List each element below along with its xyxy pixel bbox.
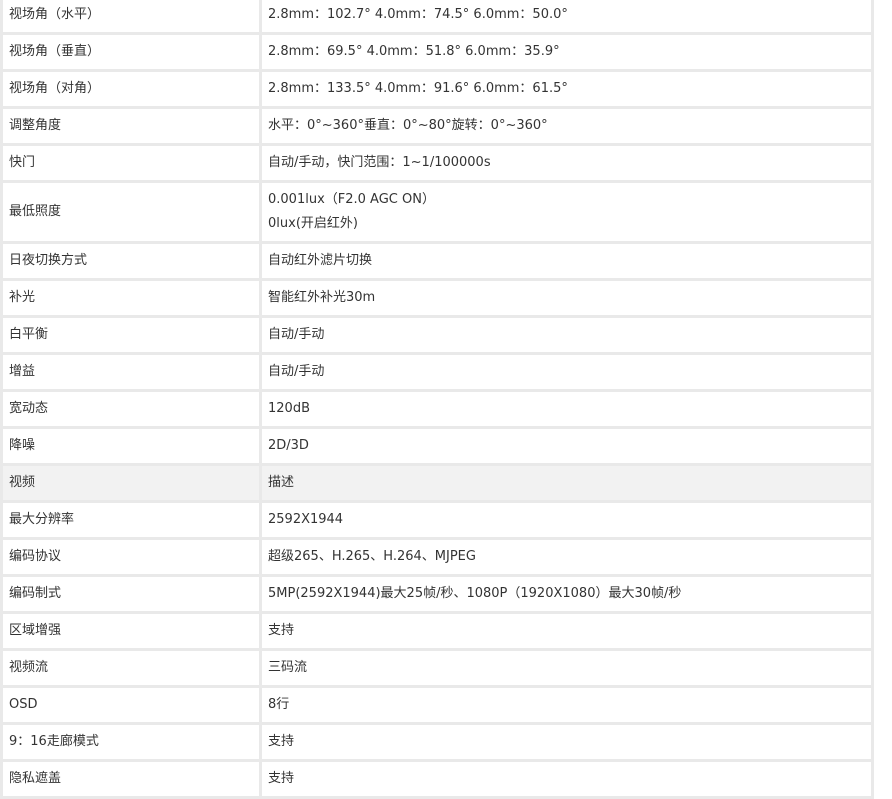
spec-row-codec: 编码协议 超级265、H.265、H.264、MJPEG xyxy=(3,540,871,574)
spec-row-day-night: 日夜切换方式 自动红外滤片切换 xyxy=(3,244,871,278)
spec-value: 自动/手动，快门范围：1~1/100000s xyxy=(262,146,871,180)
spec-value: 2592X1944 xyxy=(262,503,871,537)
spec-row-fov-horizontal: 视场角（水平） 2.8mm：102.7° 4.0mm：74.5° 6.0mm：5… xyxy=(3,0,871,32)
spec-value: 支持 xyxy=(262,614,871,648)
spec-row-privacy-mask: 隐私遮盖 支持 xyxy=(3,762,871,796)
spec-row-roi: 区域增强 支持 xyxy=(3,614,871,648)
spec-row-max-resolution: 最大分辨率 2592X1944 xyxy=(3,503,871,537)
spec-value-line: 0.001lux（F2.0 AGC ON） xyxy=(268,192,435,207)
spec-label: 补光 xyxy=(3,281,259,315)
spec-label: 最大分辨率 xyxy=(3,503,259,537)
spec-value: 2D/3D xyxy=(262,429,871,463)
spec-value: 三码流 xyxy=(262,651,871,685)
spec-row-white-balance: 白平衡 自动/手动 xyxy=(3,318,871,352)
section-title: 视频 xyxy=(3,466,259,500)
spec-row-gain: 增益 自动/手动 xyxy=(3,355,871,389)
spec-value: 120dB xyxy=(262,392,871,426)
section-subtitle: 描述 xyxy=(262,466,871,500)
spec-value: 水平：0°~360°垂直：0°~80°旋转：0°~360° xyxy=(262,109,871,143)
spec-value-line: 0lux(开启红外) xyxy=(268,216,358,231)
spec-section-header-video: 视频 描述 xyxy=(3,466,871,500)
spec-label: 降噪 xyxy=(3,429,259,463)
spec-label: 隐私遮盖 xyxy=(3,762,259,796)
spec-value: 超级265、H.265、H.264、MJPEG xyxy=(262,540,871,574)
spec-row-encoding-format: 编码制式 5MP(2592X1944)最大25帧/秒、1080P（1920X10… xyxy=(3,577,871,611)
spec-row-fill-light: 补光 智能红外补光30m xyxy=(3,281,871,315)
spec-value: 8行 xyxy=(262,688,871,722)
spec-label: 视场角（对角） xyxy=(3,72,259,106)
spec-row-corridor-mode: 9：16走廊模式 支持 xyxy=(3,725,871,759)
spec-label: 视场角（水平） xyxy=(3,0,259,32)
spec-value: 2.8mm：102.7° 4.0mm：74.5° 6.0mm：50.0° xyxy=(262,0,871,32)
spec-value: 自动/手动 xyxy=(262,355,871,389)
spec-row-fov-vertical: 视场角（垂直） 2.8mm：69.5° 4.0mm：51.8° 6.0mm：35… xyxy=(3,35,871,69)
spec-value: 0.001lux（F2.0 AGC ON） 0lux(开启红外) xyxy=(262,183,871,241)
spec-label: OSD xyxy=(3,688,259,722)
spec-label: 快门 xyxy=(3,146,259,180)
spec-row-osd: OSD 8行 xyxy=(3,688,871,722)
spec-label: 编码制式 xyxy=(3,577,259,611)
spec-row-fov-diagonal: 视场角（对角） 2.8mm：133.5° 4.0mm：91.6° 6.0mm：6… xyxy=(3,72,871,106)
spec-table: 视场角（水平） 2.8mm：102.7° 4.0mm：74.5° 6.0mm：5… xyxy=(0,0,874,799)
spec-row-adjust-angle: 调整角度 水平：0°~360°垂直：0°~80°旋转：0°~360° xyxy=(3,109,871,143)
spec-row-noise-reduction: 降噪 2D/3D xyxy=(3,429,871,463)
spec-row-wdr: 宽动态 120dB xyxy=(3,392,871,426)
spec-label: 增益 xyxy=(3,355,259,389)
spec-label: 9：16走廊模式 xyxy=(3,725,259,759)
spec-value: 智能红外补光30m xyxy=(262,281,871,315)
spec-label: 视频流 xyxy=(3,651,259,685)
spec-row-video-stream: 视频流 三码流 xyxy=(3,651,871,685)
spec-label: 编码协议 xyxy=(3,540,259,574)
spec-label: 视场角（垂直） xyxy=(3,35,259,69)
spec-value: 支持 xyxy=(262,762,871,796)
spec-value: 自动/手动 xyxy=(262,318,871,352)
spec-label: 最低照度 xyxy=(3,183,259,241)
spec-row-min-illumination: 最低照度 0.001lux（F2.0 AGC ON） 0lux(开启红外) xyxy=(3,183,871,241)
spec-value: 2.8mm：69.5° 4.0mm：51.8° 6.0mm：35.9° xyxy=(262,35,871,69)
spec-label: 日夜切换方式 xyxy=(3,244,259,278)
spec-label: 调整角度 xyxy=(3,109,259,143)
spec-value: 支持 xyxy=(262,725,871,759)
spec-label: 白平衡 xyxy=(3,318,259,352)
spec-value: 2.8mm：133.5° 4.0mm：91.6° 6.0mm：61.5° xyxy=(262,72,871,106)
spec-value: 5MP(2592X1944)最大25帧/秒、1080P（1920X1080）最大… xyxy=(262,577,871,611)
spec-value: 自动红外滤片切换 xyxy=(262,244,871,278)
spec-label: 区域增强 xyxy=(3,614,259,648)
spec-row-shutter: 快门 自动/手动，快门范围：1~1/100000s xyxy=(3,146,871,180)
spec-label: 宽动态 xyxy=(3,392,259,426)
